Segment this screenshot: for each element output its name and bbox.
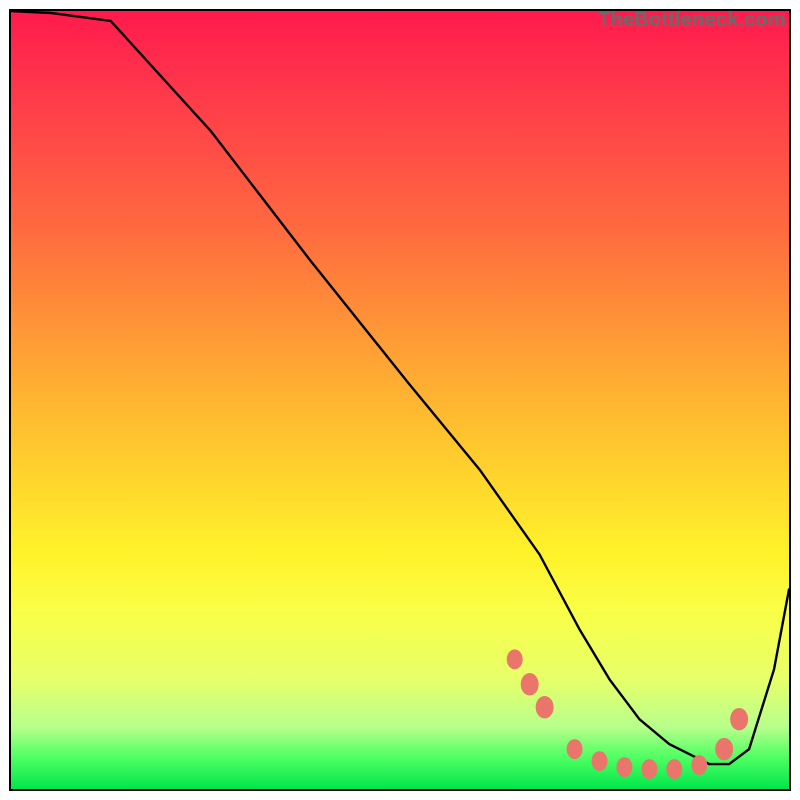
- marker-dot: [616, 757, 632, 777]
- marker-dot: [536, 696, 554, 718]
- chart-container: TheBottleneck.com: [0, 0, 800, 800]
- marker-dot: [592, 751, 608, 771]
- marker-dot: [507, 649, 523, 669]
- plot-area: [9, 9, 791, 791]
- curve-path: [11, 11, 789, 764]
- chart-svg: [11, 11, 789, 789]
- marker-dot: [666, 759, 682, 779]
- marker-dot: [730, 708, 748, 730]
- marker-dot: [521, 673, 539, 695]
- markers-group: [507, 649, 748, 779]
- marker-dot: [715, 738, 733, 760]
- watermark-text: TheBottleneck.com: [598, 9, 786, 32]
- marker-dot: [641, 759, 657, 779]
- marker-dot: [567, 739, 583, 759]
- marker-dot: [691, 755, 707, 775]
